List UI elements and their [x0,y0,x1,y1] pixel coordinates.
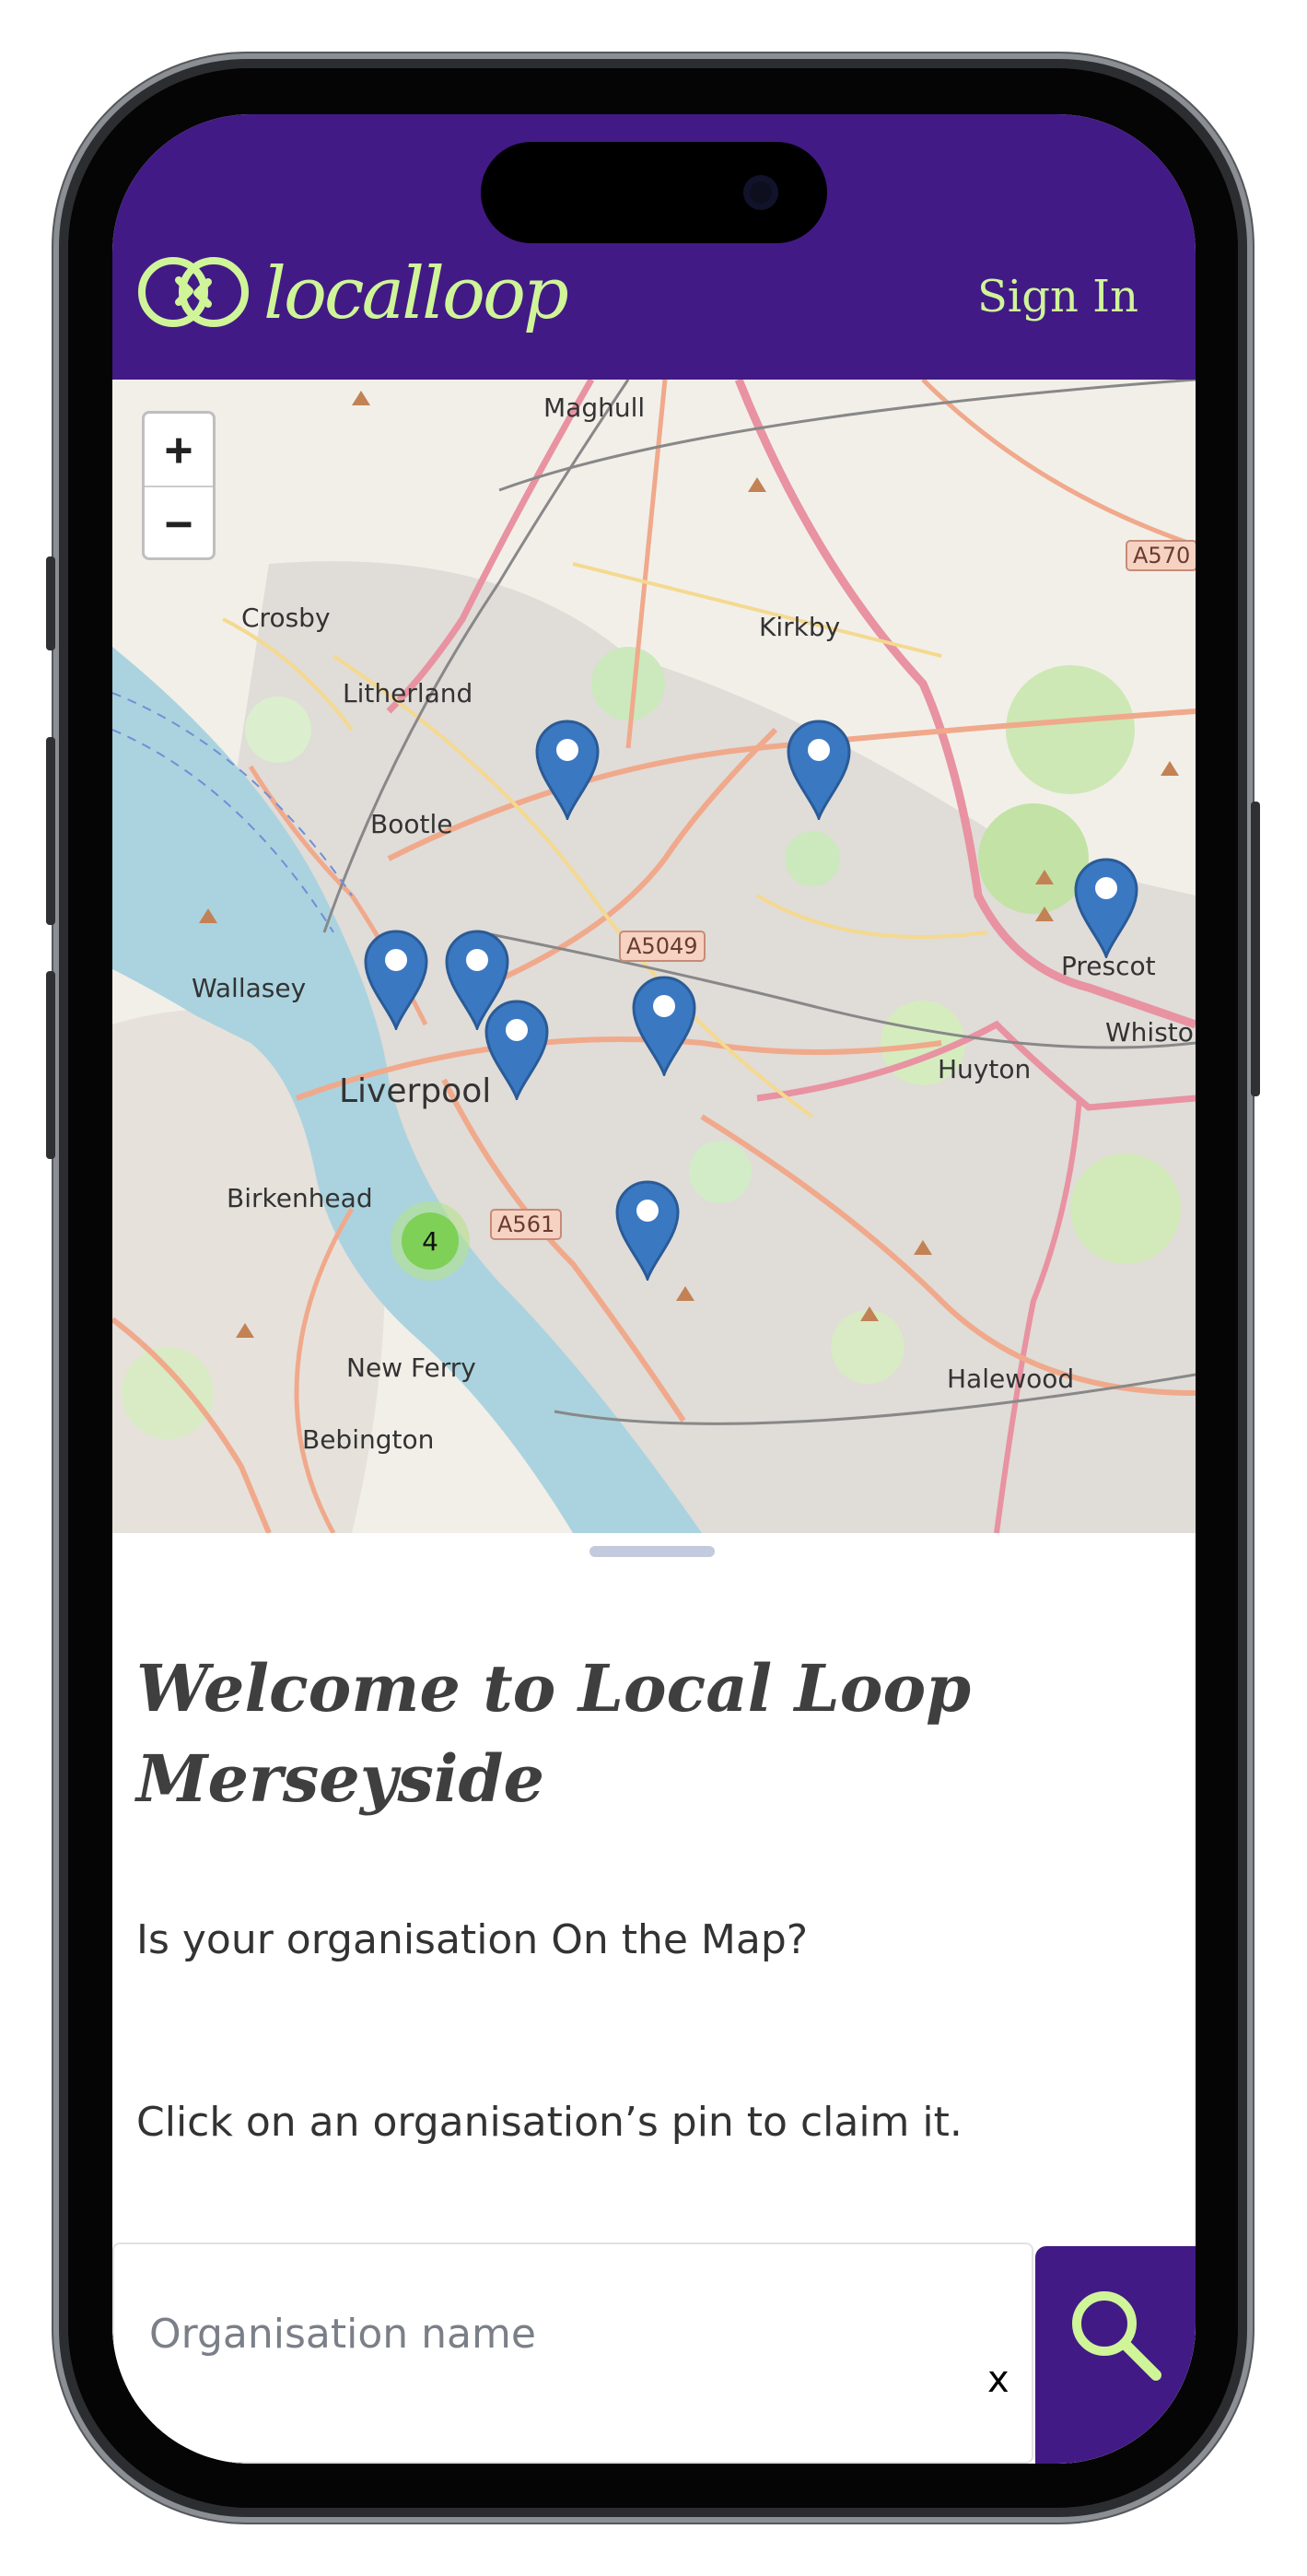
zoom-control: + − [142,411,216,560]
map-pin-icon [484,1000,549,1103]
place-label-birkenhead: Birkenhead [227,1183,373,1213]
side-button-power [1251,802,1260,1096]
map-pin[interactable] [785,717,853,823]
map-pin-icon [364,930,428,1033]
intro-question: Is your organisation On the Map? [136,1916,809,1963]
place-label-whisto: Whisto [1105,1017,1194,1048]
side-button-volume-up [46,737,55,925]
sheet-drag-handle[interactable] [589,1546,715,1557]
road-shield-a561: A561 [490,1209,563,1240]
search-icon [1068,2287,1163,2386]
map-pin-icon [632,976,696,1079]
map-pin[interactable] [1072,855,1140,961]
localloop-logo[interactable]: localloop [136,252,569,335]
organisation-search-input[interactable] [147,2296,943,2371]
road-shield-a570: A570 [1126,540,1196,571]
place-label-bootle: Bootle [370,809,453,839]
map-pin-icon [615,1180,680,1283]
map-view[interactable]: Maghull Kirkby Crosby Litherland Bootle … [112,380,1196,1533]
zoom-in-button[interactable]: + [145,414,213,486]
map-pin-icon [1074,858,1138,961]
logo-text: localloop [263,252,569,335]
intro-instruction: Click on an organisation’s pin to claim … [136,2099,963,2146]
welcome-heading: Welcome to Local Loop Merseyside [136,1650,972,1817]
place-label-liverpool: Liverpool [339,1072,492,1110]
phone-screen: localloop Sign In Maghull Kirkby Crosby … [112,114,1196,2464]
map-pin[interactable] [630,973,698,1079]
app-header: localloop Sign In [112,114,1196,380]
search-box: x [112,2242,1033,2464]
loop-arrows-icon [136,252,251,335]
side-button-silent [46,556,55,650]
marker-cluster-count: 4 [402,1212,459,1270]
place-label-kirkby: Kirkby [759,612,841,642]
place-label-litherland: Litherland [343,678,473,708]
clear-search-button[interactable]: x [987,2359,1009,2401]
map-pin-icon [787,720,851,823]
map-pin[interactable] [362,927,430,1033]
search-button[interactable] [1035,2246,1196,2464]
side-button-volume-down [46,971,55,1159]
sign-in-link[interactable]: Sign In [977,271,1138,322]
info-sheet: Welcome to Local Loop Merseyside Is your… [112,1533,1196,2464]
place-label-crosby: Crosby [241,603,331,633]
zoom-out-button[interactable]: − [145,486,213,559]
front-camera [743,175,778,210]
place-label-maghull: Maghull [543,392,646,423]
map-pin-icon [535,720,600,823]
map-pin[interactable] [613,1177,682,1283]
map-pin[interactable] [533,717,601,823]
road-shield-a5049: A5049 [619,931,706,962]
place-label-halewood: Halewood [947,1364,1075,1394]
place-label-new-ferry: New Ferry [346,1352,476,1383]
place-label-bebington: Bebington [302,1424,435,1455]
marker-cluster[interactable]: 4 [391,1201,470,1281]
place-label-wallasey: Wallasey [192,973,307,1003]
dynamic-island [481,142,827,243]
map-pin[interactable] [483,997,551,1103]
place-label-huyton: Huyton [938,1054,1032,1084]
